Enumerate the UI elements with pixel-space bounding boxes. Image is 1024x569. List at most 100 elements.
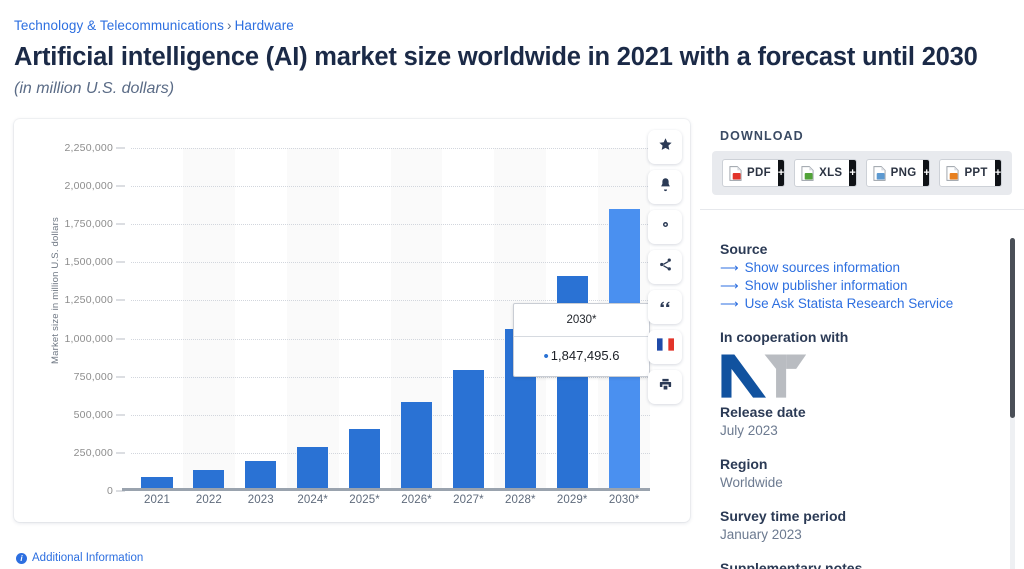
printer-icon xyxy=(658,377,673,397)
download-buttons: PDF + XLS + PNG + PPT + xyxy=(712,151,1012,195)
bar-2027[interactable] xyxy=(452,369,484,491)
download-pdf-button[interactable]: PDF + xyxy=(722,159,786,187)
y-axis-tick xyxy=(116,376,125,378)
meta-value: Worldwide xyxy=(720,475,783,490)
star-button[interactable] xyxy=(648,130,682,164)
star-icon xyxy=(658,137,673,157)
quote-button[interactable] xyxy=(648,290,682,324)
y-axis-tick xyxy=(116,223,125,225)
info-icon: i xyxy=(16,552,27,564)
x-axis-tick-label: 2022 xyxy=(195,494,222,506)
meta-heading: Survey time period xyxy=(720,508,847,524)
bar-2026[interactable] xyxy=(400,401,433,491)
png-file-icon xyxy=(873,165,886,181)
french-flag-button[interactable] xyxy=(648,330,682,364)
tooltip-header: 2030* xyxy=(514,304,649,337)
sidebar: DOWNLOAD PDF + XLS + PNG + PPT + Source ⟶ Show s… xyxy=(700,119,1024,569)
download-options-toggle[interactable]: + xyxy=(777,160,785,186)
y-axis-tick xyxy=(116,452,125,454)
arrow-right-icon: ⟶ xyxy=(720,296,739,311)
source-heading: Source xyxy=(720,241,768,257)
download-options-toggle[interactable]: + xyxy=(923,160,930,186)
share-button[interactable] xyxy=(648,250,682,284)
tooltip-bullet-icon: • xyxy=(543,348,549,366)
bar-2023[interactable] xyxy=(245,460,277,491)
breadcrumb-child-link[interactable]: Hardware xyxy=(235,18,294,33)
meta-value: July 2023 xyxy=(720,423,778,438)
gear-button[interactable] xyxy=(648,210,682,244)
download-png-button[interactable]: PNG + xyxy=(865,159,931,187)
x-axis-tick-label: 2030* xyxy=(608,494,640,506)
y-axis-tick-label: 0 xyxy=(106,485,113,497)
bar-slot[interactable] xyxy=(235,148,287,491)
share-icon xyxy=(658,257,673,277)
y-axis-tick-label: 1,750,000 xyxy=(64,218,113,231)
y-axis-tick xyxy=(116,185,125,187)
x-axis-tick-label: 2027* xyxy=(453,494,484,506)
chart-action-toolbar xyxy=(648,130,682,404)
download-options-toggle[interactable]: + xyxy=(994,160,1002,186)
y-axis-title: Market size in million U.S. dollars xyxy=(50,217,61,364)
source-link[interactable]: ⟶ Show sources information xyxy=(720,260,992,275)
nm-monogram-logo xyxy=(721,354,807,398)
breadcrumb: Technology & Telecommunications › Hardware xyxy=(14,18,294,33)
meta-heading: Release date xyxy=(720,404,806,420)
download-label-wrap: PNG xyxy=(867,165,924,181)
x-axis-tick-label: 2029* xyxy=(556,494,588,506)
bar-2024[interactable] xyxy=(297,446,329,491)
arrow-right-icon: ⟶ xyxy=(720,260,739,275)
page-title: Artificial intelligence (AI) market size… xyxy=(14,43,978,71)
arrow-right-icon: ⟶ xyxy=(720,278,739,293)
source-link[interactable]: ⟶ Use Ask Statista Research Service xyxy=(720,296,992,311)
bar-slot[interactable] xyxy=(183,148,235,491)
download-options-toggle[interactable]: + xyxy=(849,160,856,186)
french-flag-icon xyxy=(656,338,674,356)
bar-slot[interactable] xyxy=(339,148,391,491)
bell-icon xyxy=(658,177,673,197)
source-link-label: Show sources information xyxy=(744,260,900,275)
download-label-wrap: PDF xyxy=(723,165,778,181)
y-axis-tick-label: 500,000 xyxy=(73,408,113,421)
chart-card: 0 250,000 500,000 750,000 1,000,000 1,250,000… xyxy=(14,119,690,522)
page-subtitle: (in million U.S. dollars) xyxy=(14,80,175,97)
bar-slot[interactable] xyxy=(391,148,443,491)
download-xls-button[interactable]: XLS + xyxy=(794,159,857,187)
y-axis-tick-label: 1,000,000 xyxy=(64,332,113,345)
download-label-wrap: PPT xyxy=(940,165,994,181)
bar-slot[interactable] xyxy=(287,148,339,491)
source-links: ⟶ Show sources information ⟶ Show publisher… xyxy=(720,260,992,311)
x-axis-tick-label: 2025* xyxy=(349,494,380,506)
cooperation-heading: In cooperation with xyxy=(720,329,849,345)
ppt-file-icon xyxy=(946,165,959,181)
y-axis-tick-label: 250,000 xyxy=(73,446,113,459)
y-axis-tick-label: 750,000 xyxy=(73,370,113,383)
additional-information-link[interactable]: i Additional Information xyxy=(16,552,143,564)
meta-heading: Supplementary notes xyxy=(720,560,863,569)
y-axis-tick xyxy=(116,261,125,263)
quote-icon xyxy=(658,297,673,317)
gear-icon xyxy=(658,217,673,237)
download-ppt-button[interactable]: PPT + xyxy=(939,159,1002,187)
statista-chart-page: Technology & Telecommunications › Hardware… xyxy=(0,0,1024,569)
download-format-label: XLS xyxy=(819,167,843,179)
breadcrumb-parent-link[interactable]: Technology & Telecommunications xyxy=(14,18,224,33)
printer-button[interactable] xyxy=(648,370,682,404)
y-axis-tick-label: 2,250,000 xyxy=(64,142,113,154)
bar-slot[interactable] xyxy=(442,148,494,491)
chart-tooltip: 2030* • 1,847,495.6 xyxy=(513,303,650,378)
bar-slot[interactable] xyxy=(131,148,183,491)
y-axis-tick-label: 1,500,000 xyxy=(64,256,113,269)
xls-file-icon xyxy=(801,165,814,181)
x-axis-tick-label: 2026* xyxy=(401,494,432,506)
source-link[interactable]: ⟶ Show publisher information xyxy=(720,278,992,293)
y-axis: 0 250,000 500,000 750,000 1,000,000 1,250,000… xyxy=(14,142,127,497)
y-axis-tick xyxy=(116,338,125,340)
download-format-label: PPT xyxy=(964,167,988,179)
bell-button[interactable] xyxy=(648,170,682,204)
meta-heading: Region xyxy=(720,456,768,472)
sidebar-scrollbar-thumb[interactable] xyxy=(1010,238,1015,418)
bar-2025[interactable] xyxy=(349,428,381,491)
y-axis-tick xyxy=(116,414,125,416)
x-axis-line xyxy=(122,488,650,491)
meta-value: January 2023 xyxy=(720,527,802,542)
